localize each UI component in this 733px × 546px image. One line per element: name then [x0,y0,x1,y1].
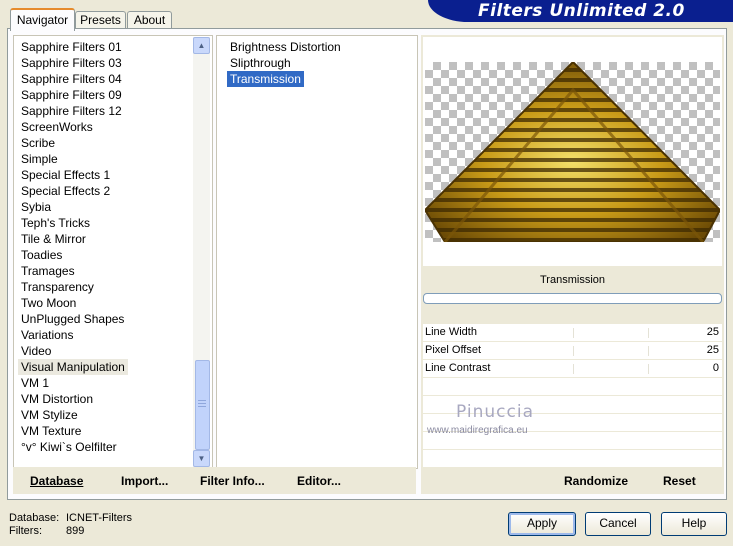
category-item[interactable]: °v° Kiwi`s Oelfilter [18,439,120,455]
param-label: Line Contrast [425,362,491,374]
pyramid-stripe [425,188,720,192]
filters-label: Filters: [9,525,42,537]
pyramid-stripe [425,78,720,82]
pyramid-preview-icon [423,60,722,243]
slider-tick [648,346,649,356]
filter-list[interactable]: Brightness Distortion Slipthrough Transmis… [216,35,418,469]
category-item[interactable]: VM Texture [18,423,84,439]
slider-tick [573,328,574,338]
category-item[interactable]: Two Moon [18,295,79,311]
slider-tick [573,364,574,374]
database-button[interactable]: Database [30,474,83,488]
slider-tick [573,346,574,356]
reset-button[interactable]: Reset [663,474,696,488]
filter-item[interactable]: Transmission [227,71,304,87]
filter-item[interactable]: Brightness Distortion [227,39,344,55]
param-row-line-contrast[interactable]: Line Contrast 0 [423,360,722,378]
param-row-pixel-offset[interactable]: Pixel Offset 25 [423,342,722,360]
scroll-up-icon[interactable]: ▲ [193,37,210,54]
pyramid-stripe [425,168,720,172]
slider-tick [648,328,649,338]
category-item[interactable]: Special Effects 2 [18,183,113,199]
category-item[interactable]: Sapphire Filters 12 [18,103,125,119]
watermark-url: www.maidiregrafica.eu [427,425,528,436]
app-title: Filters Unlimited 2.0 [478,1,685,21]
pyramid-stripe [425,118,720,122]
pyramid-stripe [425,178,720,182]
pyramid-stripe [425,198,720,202]
filter-info-button[interactable]: Filter Info... [200,474,265,488]
cancel-button[interactable]: Cancel [585,512,651,536]
category-item[interactable]: VM Distortion [18,391,96,407]
pyramid-stripe [425,108,720,112]
pyramid-stripe [425,68,720,72]
category-item[interactable]: Visual Manipulation [18,359,128,375]
param-label: Pixel Offset [425,344,482,356]
category-item[interactable]: Teph's Tricks [18,215,93,231]
editor-button[interactable]: Editor... [297,474,341,488]
progress-bar [423,293,722,304]
category-item[interactable]: Sapphire Filters 04 [18,71,125,87]
grip-line-icon [198,400,206,401]
category-item[interactable]: Toadies [18,247,65,263]
database-value: ICNET-Filters [66,512,132,524]
randomize-button[interactable]: Randomize [564,474,628,488]
scroll-thumb[interactable] [195,360,210,450]
param-row-empty [423,378,722,396]
tab-presets[interactable]: Presets [75,11,126,29]
category-item[interactable]: Simple [18,151,61,167]
category-item[interactable]: UnPlugged Shapes [18,311,127,327]
param-value: 25 [706,326,719,338]
pyramid-stripe [425,158,720,162]
tab-about[interactable]: About [127,11,172,29]
category-item[interactable]: ScreenWorks [18,119,96,135]
filter-item[interactable]: Slipthrough [227,55,294,71]
category-item[interactable]: Sapphire Filters 01 [18,39,125,55]
pyramid-stripe [425,148,720,152]
help-button[interactable]: Help [661,512,727,536]
tab-navigator[interactable]: Navigator [10,8,75,31]
grip-line-icon [198,403,206,404]
param-value: 25 [706,344,719,356]
category-item[interactable]: Tramages [18,263,78,279]
import-button[interactable]: Import... [121,474,168,488]
category-list[interactable]: Sapphire Filters 01 Sapphire Filters 03 Sa… [13,35,213,469]
filters-count: 899 [66,525,85,537]
pyramid-stripe [425,218,720,222]
category-item[interactable]: Video [18,343,54,359]
param-row-line-width[interactable]: Line Width 25 [423,324,722,342]
slider-tick [648,364,649,374]
category-item[interactable]: VM Stylize [18,407,81,423]
grip-line-icon [198,406,206,407]
category-item[interactable]: VM 1 [18,375,52,391]
pyramid-stripe [425,138,720,142]
database-label: Database: [9,512,60,524]
selected-filter-name: Transmission [540,274,605,286]
pyramid-stripe [425,228,720,232]
category-item[interactable]: Special Effects 1 [18,167,113,183]
pyramid-stripe [425,98,720,102]
apply-button[interactable]: Apply [508,512,576,536]
category-item[interactable]: Scribe [18,135,58,151]
param-label: Line Width [425,326,477,338]
watermark-name: Pinuccia [456,402,534,422]
param-value: 0 [712,362,719,374]
category-item[interactable]: Sapphire Filters 09 [18,87,125,103]
scroll-down-icon[interactable]: ▼ [193,450,210,467]
pyramid-stripe [425,128,720,132]
category-item[interactable]: Variations [18,327,76,343]
category-item[interactable]: Tile & Mirror [18,231,89,247]
preview-image [423,60,722,243]
param-row-empty [423,450,722,468]
category-item[interactable]: Sybia [18,199,54,215]
category-item[interactable]: Sapphire Filters 03 [18,55,125,71]
category-item[interactable]: Transparency [18,279,97,295]
